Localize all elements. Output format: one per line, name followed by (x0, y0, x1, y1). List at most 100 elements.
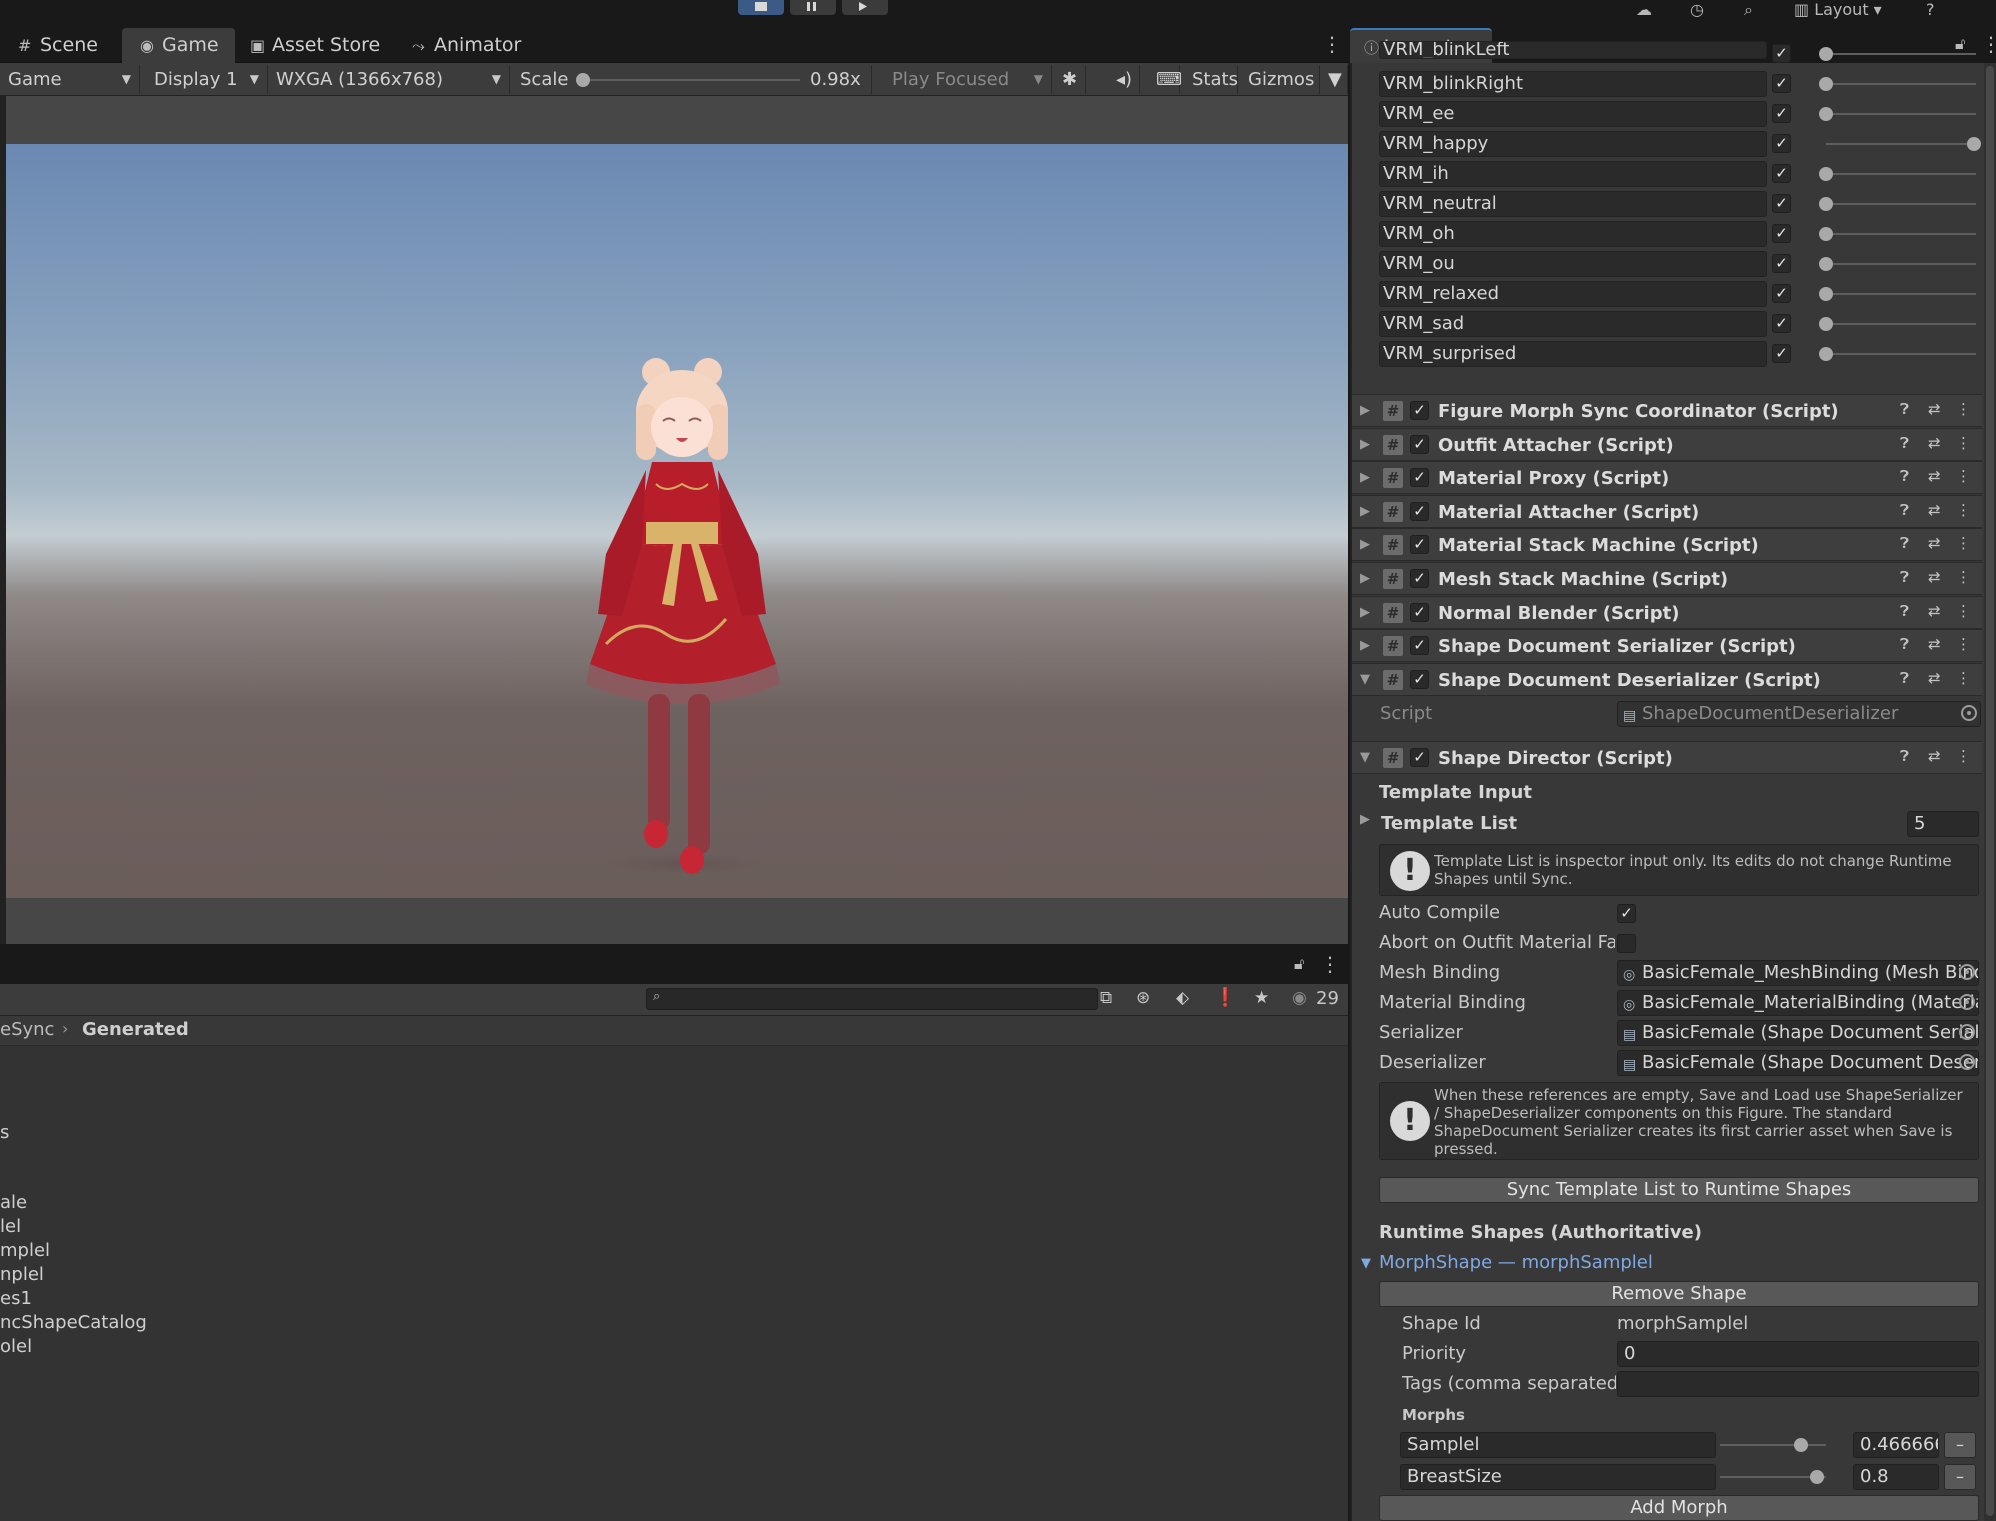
add-morph-button[interactable]: Add Morph (1379, 1495, 1979, 1521)
foldout-collapsed-icon[interactable]: ▶ (1360, 638, 1370, 653)
foldout-collapsed-icon[interactable]: ▶ (1360, 470, 1370, 485)
help-icon[interactable]: ❓︎ (1900, 602, 1909, 620)
search-icon[interactable]: ⌕ (1744, 0, 1753, 20)
object-picker-icon[interactable] (1959, 964, 1975, 980)
mesh-binding-field[interactable]: ◎BasicFemale_MeshBinding (Mesh Binding) (1617, 960, 1979, 986)
component-enabled-checkbox[interactable]: ✓ (1410, 401, 1429, 420)
component-row[interactable]: ▶ # ✓ Material Proxy (Script) ❓︎ ⇄ ⋮ (1352, 461, 1982, 494)
remove-morph-button[interactable]: – (1944, 1432, 1976, 1458)
component-enabled-checkbox[interactable]: ✓ (1410, 603, 1429, 622)
component-enabled-checkbox[interactable]: ✓ (1410, 435, 1429, 454)
stats-button[interactable]: Stats (1184, 65, 1238, 94)
blendshape-checkbox[interactable]: ✓ (1772, 44, 1791, 63)
step-button[interactable] (842, 0, 888, 15)
visibility-icon[interactable]: ◉ (1292, 988, 1307, 1008)
blendshape-checkbox[interactable]: ✓ (1772, 164, 1791, 183)
label-tag-icon[interactable]: ⬖ (1176, 988, 1189, 1008)
component-menu-icon[interactable]: ⋮ (1956, 467, 1971, 485)
abort-checkbox[interactable] (1617, 934, 1636, 953)
preset-icon[interactable]: ⇄ (1928, 434, 1941, 452)
blendshape-checkbox[interactable]: ✓ (1772, 254, 1791, 273)
tab-menu-icon[interactable]: ⋮ (1322, 32, 1342, 56)
foldout-collapsed-icon[interactable]: ▶ (1360, 437, 1370, 452)
preset-icon[interactable]: ⇄ (1928, 635, 1941, 653)
blendshape-slider-handle[interactable] (1819, 167, 1833, 181)
foldout-collapsed-icon[interactable]: ▶ (1360, 403, 1370, 418)
component-menu-icon[interactable]: ⋮ (1956, 669, 1971, 687)
blendshape-slider-track[interactable] (1826, 263, 1976, 265)
object-picker-icon[interactable] (1959, 1054, 1975, 1070)
blendshape-slider-handle[interactable] (1819, 227, 1833, 241)
component-row[interactable]: ▼ # ✓ Shape Document Deserializer (Scrip… (1352, 663, 1982, 696)
tab-asset-store[interactable]: ▣ Asset Store (232, 28, 396, 63)
lock-icon[interactable]: 🔓︎ (1955, 34, 1965, 54)
blendshape-slider-track[interactable] (1826, 293, 1976, 295)
remove-morph-button[interactable]: – (1944, 1464, 1976, 1490)
morph-value-field[interactable]: 0.8 (1853, 1464, 1939, 1490)
foldout-collapsed-icon[interactable]: ▶ (1360, 571, 1370, 586)
sync-template-button[interactable]: Sync Template List to Runtime Shapes (1379, 1177, 1979, 1203)
priority-field[interactable]: 0 (1617, 1341, 1979, 1367)
list-item[interactable]: es1 (0, 1288, 32, 1309)
blendshape-slider-track[interactable] (1826, 173, 1976, 175)
component-menu-icon[interactable]: ⋮ (1956, 400, 1971, 418)
panel-menu-icon[interactable]: ⋮ (1981, 32, 1996, 56)
help-icon[interactable]: ❓︎ (1900, 434, 1909, 452)
blendshape-checkbox[interactable]: ✓ (1772, 194, 1791, 213)
component-row[interactable]: ▶ # ✓ Figure Morph Sync Coordinator (Scr… (1352, 394, 1982, 427)
preset-icon[interactable]: ⇄ (1928, 400, 1941, 418)
object-picker-icon[interactable] (1959, 994, 1975, 1010)
blendshape-slider-handle[interactable] (1819, 347, 1833, 361)
preset-icon[interactable]: ⇄ (1928, 467, 1941, 485)
help-icon[interactable]: ❓︎ (1900, 635, 1909, 653)
blendshape-slider-handle[interactable] (1967, 137, 1981, 151)
blendshape-slider-handle[interactable] (1819, 287, 1833, 301)
component-row[interactable]: ▶ # ✓ Normal Blender (Script) ❓︎ ⇄ ⋮ (1352, 596, 1982, 629)
component-menu-icon[interactable]: ⋮ (1956, 501, 1971, 519)
component-row[interactable]: ▶ # ✓ Material Stack Machine (Script) ❓︎… (1352, 528, 1982, 561)
preset-icon[interactable]: ⇄ (1928, 669, 1941, 687)
help-icon[interactable]: ❓︎ (1900, 568, 1909, 586)
blendshape-slider-handle[interactable] (1819, 197, 1833, 211)
list-item[interactable]: mplel (0, 1240, 50, 1261)
panel-menu-icon[interactable]: ⋮ (1320, 952, 1340, 976)
component-enabled-checkbox[interactable]: ✓ (1410, 535, 1429, 554)
help-icon[interactable]: ❓︎ (1900, 400, 1909, 418)
play-mode-select[interactable]: Play Focused ▼ (884, 65, 1052, 94)
view-select[interactable]: Game ▼ (0, 65, 140, 94)
component-enabled-checkbox[interactable]: ✓ (1410, 636, 1429, 655)
blendshape-slider-track[interactable] (1826, 53, 1976, 55)
blendshape-slider-handle[interactable] (1819, 257, 1833, 271)
foldout-collapsed-icon[interactable]: ▶ (1360, 605, 1370, 620)
foldout-collapsed-icon[interactable]: ▶ (1360, 812, 1370, 827)
blendshape-checkbox[interactable]: ✓ (1772, 344, 1791, 363)
audio-icon[interactable]: ◂) (1108, 65, 1140, 94)
help-icon[interactable]: ❓︎ (1900, 747, 1909, 765)
component-shape-director[interactable]: ▼ # ✓ Shape Director (Script) ❓︎ ⇄ ⋮ (1352, 741, 1982, 774)
blendshape-checkbox[interactable]: ✓ (1772, 284, 1791, 303)
pause-button[interactable] (790, 0, 836, 15)
blendshape-checkbox[interactable]: ✓ (1772, 134, 1791, 153)
object-picker-icon[interactable] (1959, 1024, 1975, 1040)
blendshape-slider-track[interactable] (1826, 353, 1976, 355)
morph-shape-foldout[interactable]: MorphShape — morphSamplel (1379, 1250, 1653, 1276)
breadcrumb-item[interactable]: eSync (0, 1019, 54, 1040)
component-menu-icon[interactable]: ⋮ (1956, 434, 1971, 452)
component-menu-icon[interactable]: ⋮ (1956, 602, 1971, 620)
morph-slider-track[interactable] (1720, 1444, 1826, 1446)
morph-name-field[interactable]: Samplel (1400, 1432, 1716, 1458)
component-enabled-checkbox[interactable]: ✓ (1410, 569, 1429, 588)
blendshape-slider-handle[interactable] (1819, 107, 1833, 121)
game-viewport[interactable] (6, 144, 1348, 898)
tab-scene[interactable]: # Scene (0, 28, 114, 63)
foldout-collapsed-icon[interactable]: ▶ (1360, 504, 1370, 519)
list-item[interactable]: nplel (0, 1264, 44, 1285)
component-enabled-checkbox[interactable]: ✓ (1410, 468, 1429, 487)
project-search-input[interactable]: ⌕ (646, 988, 1098, 1010)
help-icon[interactable]: ? (1926, 0, 1935, 19)
component-menu-icon[interactable]: ⋮ (1956, 568, 1971, 586)
account-icon[interactable]: ☁ (1636, 0, 1652, 19)
component-row[interactable]: ▶ # ✓ Outfit Attacher (Script) ❓︎ ⇄ ⋮ (1352, 428, 1982, 461)
component-menu-icon[interactable]: ⋮ (1956, 534, 1971, 552)
component-enabled-checkbox[interactable]: ✓ (1410, 670, 1429, 689)
